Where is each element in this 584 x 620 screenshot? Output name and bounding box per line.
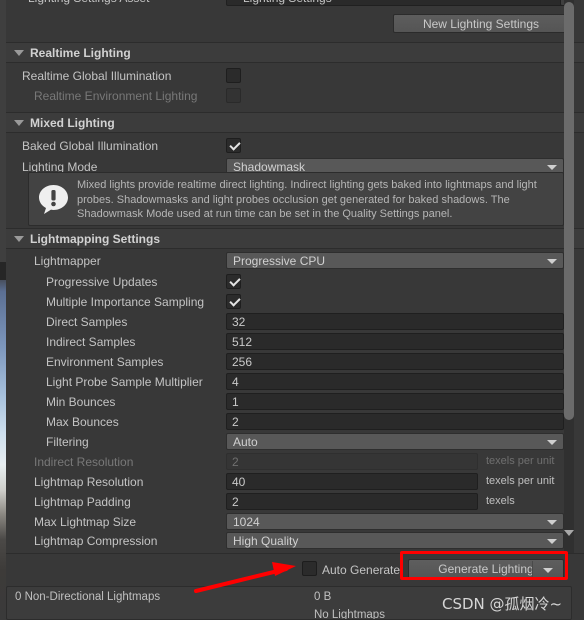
section-header-realtime-lighting[interactable]: Realtime Lighting xyxy=(6,42,584,63)
lightmap-resolution-unit: texels per unit xyxy=(486,475,555,487)
auto-generate-label: Auto Generate xyxy=(322,563,401,577)
row-label: Indirect Samples xyxy=(46,335,136,349)
direct-samples-input[interactable]: 32 xyxy=(226,313,564,330)
light-probe-sample-multiplier-input[interactable]: 4 xyxy=(226,373,564,390)
section-title: Lightmapping Settings xyxy=(30,231,160,246)
row-indirect-resolution: Indirect Resolution 2 texels per unit xyxy=(6,452,584,472)
progressive-updates-checkbox[interactable] xyxy=(226,274,241,289)
indirect-resolution-unit: texels per unit xyxy=(486,455,555,467)
indirect-resolution-input: 2 xyxy=(226,453,478,470)
chevron-down-icon xyxy=(14,119,24,126)
min-bounces-input[interactable]: 1 xyxy=(226,393,564,410)
row-indirect-samples: Indirect Samples 512 xyxy=(6,332,584,352)
realtime-global-illumination-checkbox[interactable] xyxy=(226,68,241,83)
lightmap-resolution-input[interactable]: 40 xyxy=(226,473,478,490)
generate-lighting-button[interactable]: Generate Lighting xyxy=(408,559,564,579)
row-filtering: Filtering Auto xyxy=(6,432,584,452)
row-label: Lightmapper xyxy=(34,254,101,268)
lightmap-padding-input[interactable]: 2 xyxy=(226,493,478,510)
row-label: Progressive Updates xyxy=(46,275,158,289)
row-label: Multiple Importance Sampling xyxy=(46,295,205,309)
new-lighting-settings-button[interactable]: New Lighting Settings xyxy=(393,14,569,33)
section-header-lightmapping-settings[interactable]: Lightmapping Settings xyxy=(6,228,584,249)
info-exclamation-icon xyxy=(39,185,68,214)
row-min-bounces: Min Bounces 1 xyxy=(6,392,584,412)
lighting-panel: Lighting Settings Asset Lighting Setting… xyxy=(6,0,584,620)
section-title: Mixed Lighting xyxy=(30,115,115,130)
row-lightmap-resolution: Lightmap Resolution 40 texels per unit xyxy=(6,472,584,492)
section-title: Realtime Lighting xyxy=(30,45,131,60)
chevron-down-icon xyxy=(14,235,24,242)
row-light-probe-sample-multiplier: Light Probe Sample Multiplier 4 xyxy=(6,372,584,392)
watermark-text: CSDN @孤烟冷~ xyxy=(442,595,563,613)
max-lightmap-size-dropdown[interactable]: 1024 xyxy=(226,513,564,530)
row-label: Realtime Global Illumination xyxy=(22,69,172,83)
auto-generate-checkbox[interactable] xyxy=(302,561,317,576)
stat-size: 0 B xyxy=(314,591,332,603)
stat-lightmaps-count: 0 Non-Directional Lightmaps xyxy=(15,591,161,603)
row-label: Light Probe Sample Multiplier xyxy=(46,375,203,389)
vertical-scrollbar-thumb[interactable] xyxy=(564,2,574,420)
indirect-samples-input[interactable]: 512 xyxy=(226,333,564,350)
row-lightmap-padding: Lightmap Padding 2 texels xyxy=(6,492,584,512)
chevron-down-icon xyxy=(547,165,557,170)
lightmapper-dropdown[interactable]: Progressive CPU xyxy=(226,252,564,269)
row-realtime-environment-lighting: Realtime Environment Lighting xyxy=(6,86,584,106)
generate-bar: Auto Generate Generate Lighting xyxy=(6,553,584,583)
row-label: Lightmap Compression xyxy=(34,534,158,548)
lighting-settings-asset-row: Lighting Settings Asset Lighting Setting… xyxy=(12,0,578,10)
row-label: Max Bounces xyxy=(46,415,119,429)
multiple-importance-sampling-checkbox[interactable] xyxy=(226,294,241,309)
row-realtime-global-illumination: Realtime Global Illumination xyxy=(6,66,584,86)
lightmap-padding-unit: texels xyxy=(486,495,515,507)
row-multiple-importance-sampling: Multiple Importance Sampling xyxy=(6,292,584,312)
row-label: Environment Samples xyxy=(46,355,164,369)
scroll-down-icon[interactable] xyxy=(564,530,574,536)
baked-global-illumination-checkbox[interactable] xyxy=(226,138,241,153)
generate-lighting-label: Generate Lighting xyxy=(438,562,534,576)
row-max-bounces: Max Bounces 2 xyxy=(6,412,584,432)
row-lightmap-compression: Lightmap Compression High Quality xyxy=(6,531,584,551)
row-lightmapper: Lightmapper Progressive CPU xyxy=(6,251,584,271)
unity-lighting-window: Lighting Settings Asset Lighting Setting… xyxy=(0,0,584,620)
stat-no-lightmaps: No Lightmaps xyxy=(314,609,385,620)
chevron-down-icon xyxy=(14,49,24,56)
row-label: Min Bounces xyxy=(46,395,116,409)
chevron-down-icon xyxy=(547,440,557,445)
max-lightmap-size-value: 1024 xyxy=(233,515,260,529)
chevron-down-icon[interactable] xyxy=(543,568,553,573)
row-label: Baked Global Illumination xyxy=(22,139,159,153)
row-label: Max Lightmap Size xyxy=(34,515,137,529)
mixed-lighting-help-text: Mixed lights provide realtime direct lig… xyxy=(77,179,537,220)
lightmapper-value: Progressive CPU xyxy=(233,254,326,268)
row-label: Indirect Resolution xyxy=(34,455,134,469)
mixed-lighting-help-box: Mixed lights provide realtime direct lig… xyxy=(28,172,564,226)
lightmap-compression-value: High Quality xyxy=(233,534,299,548)
row-max-lightmap-size: Max Lightmap Size 1024 xyxy=(6,512,584,532)
max-bounces-input[interactable]: 2 xyxy=(226,413,564,430)
row-progressive-updates: Progressive Updates xyxy=(6,272,584,292)
row-direct-samples: Direct Samples 32 xyxy=(6,312,584,332)
chevron-down-icon xyxy=(547,259,557,264)
button-divider xyxy=(532,561,533,577)
section-header-mixed-lighting[interactable]: Mixed Lighting xyxy=(6,112,584,133)
row-label: Filtering xyxy=(46,435,89,449)
realtime-environment-lighting-checkbox xyxy=(226,88,241,103)
row-baked-global-illumination: Baked Global Illumination xyxy=(6,136,584,156)
row-label: Direct Samples xyxy=(46,315,128,329)
filtering-value: Auto xyxy=(233,435,258,449)
lightmap-compression-dropdown[interactable]: High Quality xyxy=(226,532,564,549)
row-label: Lightmap Resolution xyxy=(34,475,144,489)
chevron-down-icon xyxy=(547,520,557,525)
lighting-settings-asset-field[interactable]: Lighting Settings xyxy=(226,0,570,6)
environment-samples-input[interactable]: 256 xyxy=(226,353,564,370)
row-environment-samples: Environment Samples 256 xyxy=(6,352,584,372)
row-label: Realtime Environment Lighting xyxy=(34,89,198,103)
filtering-dropdown[interactable]: Auto xyxy=(226,433,564,450)
chevron-down-icon xyxy=(547,539,557,544)
row-label: Lightmap Padding xyxy=(34,495,131,509)
lighting-settings-asset-label: Lighting Settings Asset xyxy=(28,0,149,5)
